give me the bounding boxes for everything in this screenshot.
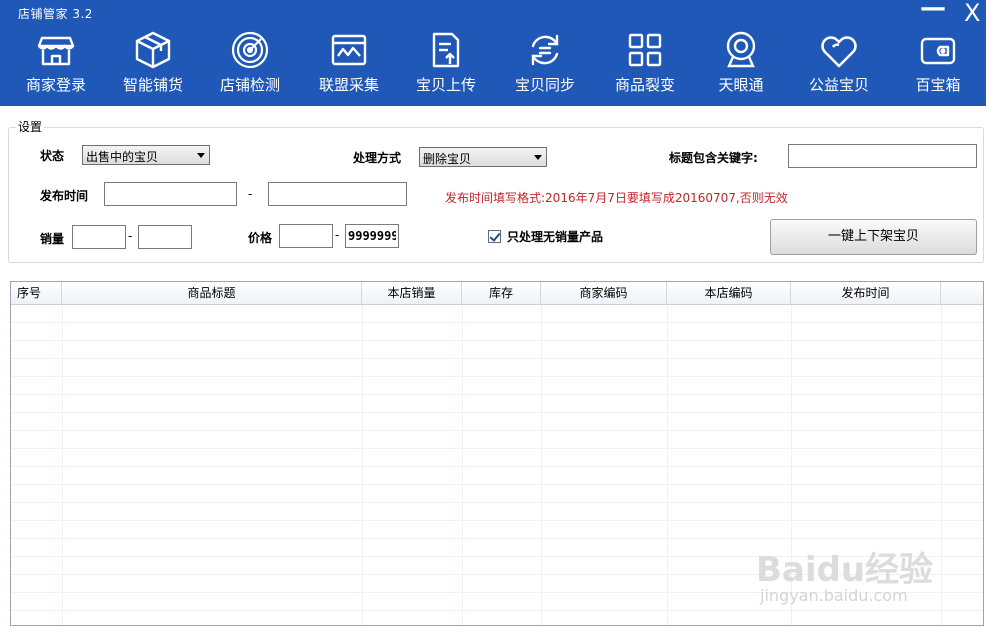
watermark-url: jingyan.baidu.com — [760, 586, 908, 605]
table-row-divider — [11, 502, 983, 503]
nav-label: 宝贝同步 — [514, 76, 575, 94]
collect-icon — [331, 34, 367, 66]
nav-label: 智能铺货 — [122, 76, 183, 94]
watermark-logo: Baidu经验 — [756, 550, 934, 590]
nav-label: 商品裂变 — [614, 76, 675, 94]
column-header-merchant-code[interactable]: 商家编码 — [541, 282, 667, 305]
nav-label: 联盟采集 — [318, 76, 379, 94]
sync-icon — [531, 34, 559, 66]
table-row-divider — [11, 610, 983, 611]
table-row-divider — [11, 376, 983, 377]
table-row-divider — [11, 412, 983, 413]
heart-icon — [821, 36, 857, 68]
box-icon — [135, 31, 171, 69]
table-row-divider — [11, 466, 983, 467]
column-header-store-sales[interactable]: 本店销量 — [362, 282, 462, 305]
checkbox-checked-icon[interactable] — [488, 230, 501, 243]
nav-item-sky-eye[interactable]: 天眼通 — [695, 24, 787, 104]
publish-from-input[interactable] — [104, 182, 237, 206]
nav-label: 公益宝贝 — [808, 76, 869, 94]
nav-item-item-upload[interactable]: 宝贝上传 — [400, 24, 492, 104]
status-select-value: 出售中的宝贝 — [86, 150, 159, 164]
price-to-input[interactable] — [345, 224, 399, 248]
table-header: 序号 商品标题 本店销量 库存 商家编码 本店编码 发布时间 — [11, 282, 983, 305]
keyword-input[interactable] — [788, 144, 977, 168]
window-title: 店铺管家 3.2 — [18, 7, 93, 21]
nav-label: 宝贝上传 — [415, 76, 476, 94]
main-nav: 商家登录 智能铺货 店铺检测 联盟采集 宝贝上传 宝贝同步 商品裂变 天眼通 公… — [0, 24, 986, 104]
mode-select[interactable]: 删除宝贝 — [419, 147, 547, 167]
nav-item-product-fission[interactable]: 商品裂变 — [599, 24, 691, 104]
baidu-watermark: Baidu经验 jingyan.baidu.com — [756, 520, 936, 610]
table-column-divider — [541, 305, 542, 625]
nav-label: 百宝箱 — [915, 76, 961, 94]
table-row-divider — [11, 394, 983, 395]
nav-item-store-check[interactable]: 店铺检测 — [204, 24, 296, 104]
column-header-title[interactable]: 商品标题 — [62, 282, 362, 305]
price-dash: - — [335, 228, 340, 242]
nav-item-smart-listing[interactable]: 智能铺货 — [107, 24, 199, 104]
sales-to-input[interactable] — [138, 225, 192, 249]
table-row-divider — [11, 340, 983, 341]
publish-time-label: 发布时间 — [40, 189, 89, 203]
nav-item-item-sync[interactable]: 宝贝同步 — [499, 24, 591, 104]
table-column-divider — [362, 305, 363, 625]
radar-icon — [231, 31, 269, 69]
publish-to-input[interactable] — [268, 182, 407, 206]
status-label: 状态 — [40, 149, 65, 163]
publish-format-hint: 发布时间填写格式:2016年7月7日要填写成20160707,否则无效 — [445, 191, 788, 205]
table-column-divider — [62, 305, 63, 625]
chevron-down-icon — [197, 153, 205, 158]
table-column-divider — [462, 305, 463, 625]
column-header-store-code[interactable]: 本店编码 — [667, 282, 791, 305]
sales-label: 销量 — [40, 232, 65, 246]
publish-dash: - — [248, 187, 253, 201]
table-row-divider — [11, 430, 983, 431]
sales-dash: - — [128, 229, 133, 243]
settings-legend: 设置 — [16, 118, 45, 135]
only-no-sales-label: 只处理无销量产品 — [507, 230, 604, 244]
top-toolbar: 店铺管家 3.2 — X 商家登录 智能铺货 店铺检测 联盟采集 宝贝上传 宝贝… — [0, 0, 986, 106]
status-select[interactable]: 出售中的宝贝 — [82, 145, 210, 165]
app-window: 店铺管家 3.2 — X 商家登录 智能铺货 店铺检测 联盟采集 宝贝上传 宝贝… — [0, 0, 986, 630]
mode-select-value: 删除宝贝 — [423, 152, 472, 166]
column-header-stock[interactable]: 库存 — [462, 282, 541, 305]
nav-item-treasure-box[interactable]: 百宝箱 — [892, 24, 984, 104]
minimize-button[interactable]: — — [920, 0, 946, 21]
price-label: 价格 — [248, 231, 273, 245]
table-row-divider — [11, 358, 983, 359]
mode-label: 处理方式 — [353, 151, 402, 165]
column-header-index[interactable]: 序号 — [11, 282, 62, 305]
store-icon — [37, 36, 75, 66]
one-click-shelve-button[interactable]: 一键上下架宝贝 — [770, 219, 977, 255]
sales-from-input[interactable] — [72, 225, 126, 249]
table-row-divider — [11, 322, 983, 323]
grid-icon — [628, 33, 662, 67]
nav-item-charity-item[interactable]: 公益宝贝 — [793, 24, 885, 104]
chevron-down-icon — [534, 155, 542, 160]
column-header-publish-time[interactable]: 发布时间 — [791, 282, 941, 305]
nav-label: 店铺检测 — [219, 76, 280, 94]
table-row-divider — [11, 484, 983, 485]
nav-label: 商家登录 — [25, 76, 86, 94]
nav-item-alliance-collect[interactable]: 联盟采集 — [303, 24, 395, 104]
price-from-input[interactable] — [279, 224, 333, 248]
table-column-divider — [941, 305, 942, 625]
table-column-divider — [667, 305, 668, 625]
keyword-label: 标题包含关键字: — [669, 151, 758, 165]
camera-icon — [726, 31, 756, 68]
upload-icon — [432, 32, 460, 68]
wallet-icon — [920, 37, 956, 65]
close-button[interactable]: X — [964, 1, 980, 25]
table-row-divider — [11, 448, 983, 449]
nav-item-merchant-login[interactable]: 商家登录 — [10, 24, 102, 104]
nav-label: 天眼通 — [718, 76, 764, 94]
